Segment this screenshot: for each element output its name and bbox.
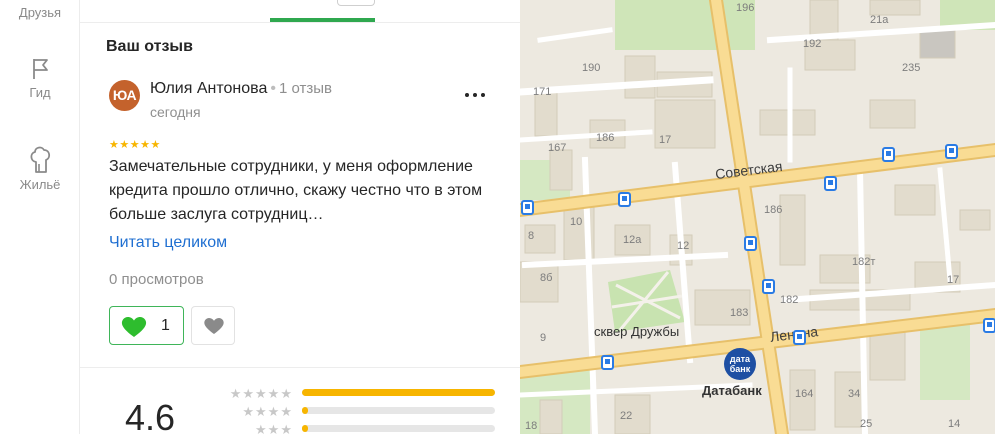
author-reviews-count: 1 отзыв xyxy=(278,80,332,97)
bank-logo-icon[interactable]: дата банк xyxy=(724,348,756,380)
building-number-label: 182т xyxy=(852,256,876,268)
building-number-label: 34 xyxy=(848,388,861,400)
building-number-label: 22 xyxy=(620,410,633,422)
bus-stop-icon[interactable] xyxy=(793,330,806,345)
more-dot-icon xyxy=(473,93,477,97)
building-number-label: 17 xyxy=(947,274,960,286)
author-line: Юлия Антонова • 1 отзыв xyxy=(150,80,332,98)
building-number-label: 167 xyxy=(548,142,567,154)
nav-item-label: Друзья xyxy=(18,5,62,20)
bus-stop-icon[interactable] xyxy=(945,144,958,159)
distribution-stars: ★★★ xyxy=(255,422,293,434)
park-area xyxy=(615,0,755,50)
dislike-button[interactable] xyxy=(191,306,235,345)
housing-icon xyxy=(0,144,80,174)
building-number-label: 190 xyxy=(582,62,601,74)
bus-stop-icon[interactable] xyxy=(762,279,775,294)
review-card: Ваш отзыв ЮА Юлия Антонова • 1 отзыв сегод… xyxy=(80,0,520,434)
distribution-bar-track xyxy=(302,425,495,432)
review-date: сегодня xyxy=(150,104,201,120)
building-number-label: 235 xyxy=(902,62,921,74)
map-view[interactable]: 196 21а 192 235 190 171 186 17 167 186 10 12а 12 8 8б 1… xyxy=(520,0,995,434)
building-number-label: 183 xyxy=(730,307,749,319)
bus-stop-icon[interactable] xyxy=(983,318,995,333)
separator-dot: • xyxy=(270,80,276,97)
building-number-label: 12а xyxy=(623,234,642,246)
bus-stop-icon[interactable] xyxy=(882,147,895,162)
section-title: Ваш отзыв xyxy=(106,38,193,55)
nav-item-guide[interactable]: Гид xyxy=(0,56,80,100)
distribution-bar-fill xyxy=(302,389,495,396)
tab-chip[interactable] xyxy=(337,0,375,6)
bus-stop-icon[interactable] xyxy=(601,355,614,370)
distribution-stars: ★★★★ xyxy=(242,404,293,419)
average-rating: 4.6 xyxy=(125,397,176,434)
author-name[interactable]: Юлия Антонова xyxy=(150,80,267,97)
distribution-bar-fill xyxy=(302,425,308,432)
building-number-label: 17 xyxy=(659,134,672,146)
like-button[interactable]: 1 xyxy=(109,306,184,345)
read-more-link[interactable]: Читать целиком xyxy=(109,234,227,252)
building-number-label: 8б xyxy=(540,272,553,284)
bus-stop-icon[interactable] xyxy=(744,236,757,251)
more-options-button[interactable] xyxy=(460,84,490,104)
nav-item-label: Жильё xyxy=(19,177,61,192)
building-number-label: 164 xyxy=(795,388,814,400)
building-number-label: 186 xyxy=(764,204,783,216)
more-dot-icon xyxy=(481,93,485,97)
bus-stop-icon[interactable] xyxy=(824,176,837,191)
distribution-bar-track xyxy=(302,389,495,396)
building-number-label: 21а xyxy=(870,14,889,26)
building-number-label: 8 xyxy=(528,230,535,242)
building-number-label: 9 xyxy=(540,332,547,344)
distribution-stars: ★★★★★ xyxy=(229,386,293,401)
more-dot-icon xyxy=(465,93,469,97)
section-divider xyxy=(80,367,520,368)
building-number-label: 182 xyxy=(780,294,799,306)
building-number-label: 10 xyxy=(570,216,583,228)
flag-icon xyxy=(0,56,80,82)
tab-bar xyxy=(80,0,520,22)
nav-item-label: Гид xyxy=(29,85,51,100)
avatar[interactable]: ЮА xyxy=(109,80,140,111)
place-label-square[interactable]: сквер Дружбы xyxy=(594,324,679,339)
review-text: Замечательные сотрудники, у меня оформле… xyxy=(109,158,483,223)
distribution-bar-fill xyxy=(302,407,308,414)
side-nav: Друзья Гид Жильё xyxy=(0,0,80,434)
views-count: 0 просмотров xyxy=(109,271,204,288)
building-number-label: 25 xyxy=(860,418,873,430)
building-number-label: 186 xyxy=(596,132,615,144)
distribution-bar-track xyxy=(302,407,495,414)
building-number-label: 171 xyxy=(533,86,552,98)
building-number-label: 14 xyxy=(948,418,961,430)
tabs-divider xyxy=(80,22,520,23)
building-number-label: 12 xyxy=(677,240,690,252)
like-count: 1 xyxy=(161,317,170,334)
place-label-databank[interactable]: Датабанк xyxy=(702,383,762,398)
bus-stop-icon[interactable] xyxy=(521,200,534,215)
nav-item-friends[interactable]: Друзья xyxy=(0,2,80,20)
building-number-label: 192 xyxy=(803,38,822,50)
building-number-label: 196 xyxy=(736,2,755,14)
building-number-label: 18 xyxy=(525,420,538,432)
bus-stop-icon[interactable] xyxy=(618,192,631,207)
nav-item-housing[interactable]: Жильё xyxy=(0,144,80,192)
review-stars: ★★★★★ xyxy=(109,139,161,151)
park-area xyxy=(920,320,970,400)
